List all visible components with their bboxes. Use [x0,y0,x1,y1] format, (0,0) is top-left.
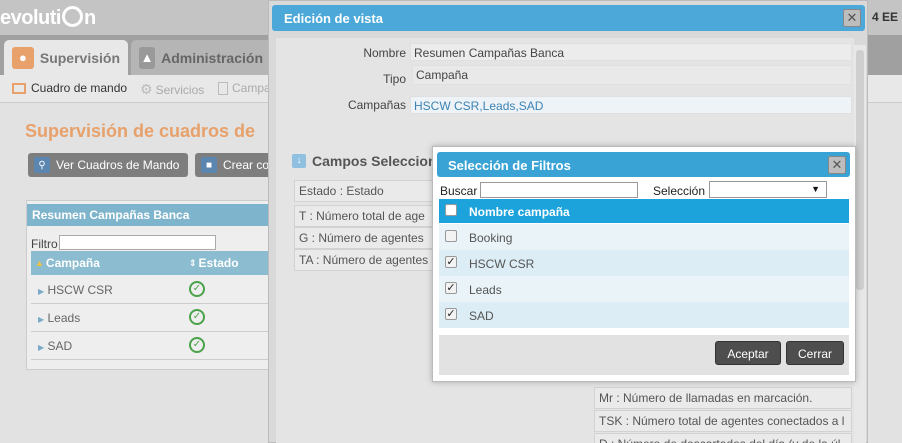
logo-o-icon [61,6,83,27]
expand-icon: ▶ [38,343,45,352]
filter-row-sad[interactable]: ✓ SAD [439,302,849,328]
header-nombre-campana: Nombre campaña [469,205,570,219]
campo-item[interactable]: G : Número de agentes [294,227,444,249]
campo-item[interactable]: T : Número total de age [294,205,444,227]
cerrar-button[interactable]: Cerrar [786,341,844,365]
arrow-down-icon: ↓ [292,154,306,168]
seleccion-select[interactable]: ▼ [709,181,827,198]
campo-item[interactable]: TSK : Número total de agentes conectados… [594,410,852,432]
tab-supervision[interactable]: ● Supervisión [4,40,128,75]
expand-icon: ▶ [38,315,45,324]
ver-cuadros-button[interactable]: ⚲ Ver Cuadros de Mando [28,153,188,177]
table-row[interactable]: ▶ Leads ✓ [31,304,271,332]
admin-icon: ▲ [139,46,156,69]
edit-view-scroll-thumb[interactable] [856,50,864,290]
top-right-text: 4 EE [872,10,899,24]
aceptar-button[interactable]: Aceptar [715,341,781,365]
campanas-field[interactable]: HSCW CSR,Leads,SAD [410,96,852,114]
expand-icon: ▶ [38,287,45,296]
person-icon: ● [12,46,34,69]
campanas-label: Campañas [347,98,406,112]
check-status-icon: ✓ [189,337,205,353]
campo-item[interactable]: Estado : Estado [294,180,444,202]
filter-dialog-close-button[interactable]: ✕ [828,156,846,174]
booking-checkbox[interactable] [445,230,457,242]
column-campana[interactable]: ▲ Campaña [35,256,100,270]
campo-item[interactable]: TA : Número de agentes [294,249,444,271]
filter-row-hscw-csr[interactable]: ✓ HSCW CSR [439,250,849,276]
subnav-campanas[interactable]: Campa [218,81,271,95]
filter-table-header: Nombre campaña [439,199,849,223]
campo-item[interactable]: Mr : Número de llamadas en marcación. [594,387,852,409]
check-status-icon: ✓ [189,309,205,325]
filter-input[interactable] [59,235,216,250]
edit-view-close-button[interactable]: ✕ [843,9,861,27]
search-icon: ⚲ [34,157,50,173]
buscar-label: Buscar [440,184,478,198]
check-status-icon: ✓ [189,281,205,297]
leads-checkbox[interactable]: ✓ [445,282,457,294]
seleccion-label: Selección [653,184,706,198]
subnav-servicios[interactable]: ⚙ Servicios [140,81,204,98]
grid-header: ▲ Campaña ⇕ Estado [31,251,271,275]
buscar-input[interactable] [480,182,638,198]
hscw-csr-checkbox[interactable]: ✓ [445,256,457,268]
table-row[interactable]: ▶ SAD ✓ [31,332,271,360]
save-icon: ■ [201,157,217,173]
edit-view-title: Edición de vista [272,5,865,31]
gear-icon: ⚙ [140,81,153,97]
select-all-checkbox[interactable] [445,204,457,216]
document-icon [218,81,228,95]
crear-button[interactable]: ■ Crear co [195,153,275,177]
chevron-down-icon: ▼ [811,184,820,194]
tipo-label: Tipo [383,72,406,86]
filter-dialog-title: Selección de Filtros [437,152,850,177]
filter-row-leads[interactable]: ✓ Leads [439,276,849,302]
campos-seleccionados-header: ↓ Campos Seleccion [292,153,437,169]
table-row[interactable]: ▶ HSCW CSR ✓ [31,276,271,304]
tab-administracion[interactable]: ▲ Administración [131,40,271,75]
campo-item[interactable]: D : Número de descartados del día (y de … [594,433,852,443]
app-logo: evoluti n [0,6,96,29]
page-title: Supervisión de cuadros de [25,121,256,141]
panel-title: Resumen Campañas Banca [27,204,270,226]
subnav-cuadro-de-mando[interactable]: Cuadro de mando [12,81,127,95]
filter-label: Filtro [31,237,58,251]
column-estado[interactable]: ⇕ Estado [189,256,239,270]
nombre-field[interactable]: Resumen Campañas Banca [410,43,852,61]
sort-up-icon: ▲ [35,258,44,268]
nombre-label: Nombre [363,46,406,60]
monitor-icon [12,82,26,94]
tipo-field[interactable]: Campaña [412,65,852,85]
sort-icon: ⇕ [189,258,197,268]
sad-checkbox[interactable]: ✓ [445,308,457,320]
filter-row-booking[interactable]: Booking [439,224,849,250]
